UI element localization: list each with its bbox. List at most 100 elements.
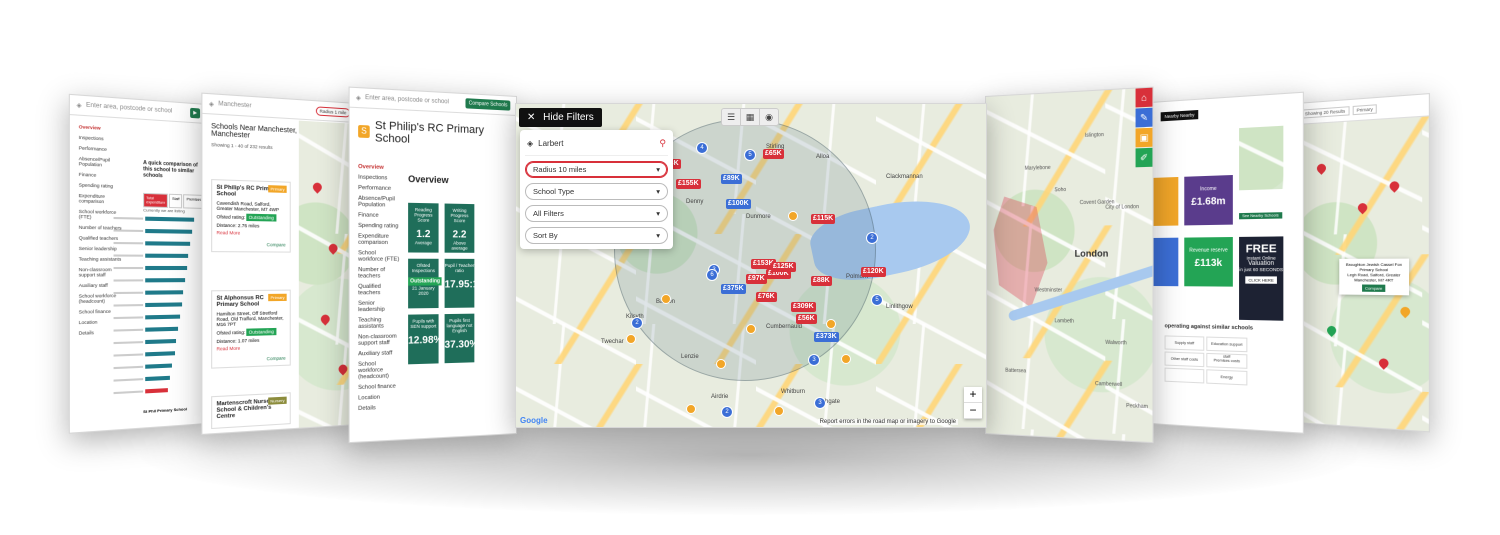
map-view-icon[interactable]: ◉	[760, 109, 778, 125]
map-pin[interactable]	[311, 180, 324, 194]
nav-item[interactable]: Details	[79, 326, 122, 338]
home-icon[interactable]: ⌂	[1135, 87, 1153, 108]
report-link[interactable]: Report errors in the road map or imagery…	[817, 419, 958, 425]
nav-item[interactable]: Absence/Pupil Population	[79, 153, 122, 171]
grid-view-icon[interactable]: ▦	[741, 109, 760, 125]
school-card[interactable]: Nursery Martenscroft Nursery School & Chi…	[211, 392, 291, 430]
school-pin[interactable]	[841, 354, 851, 364]
school-pin[interactable]	[626, 334, 636, 344]
filter-dropdown[interactable]: Sort By ▾	[525, 227, 668, 244]
price-marker[interactable]: £89K	[721, 174, 742, 184]
mini-map[interactable]	[1239, 125, 1284, 191]
search-input[interactable]: Enter area, postcode or school	[86, 102, 172, 114]
search-input[interactable]: Manchester	[218, 101, 251, 109]
london-map-panel[interactable]: London Islington Marylebone Soho Covent Gar…	[985, 86, 1154, 444]
nav-item[interactable]: Qualified teachers	[358, 282, 402, 299]
nav-item[interactable]: Number of teachers	[358, 265, 402, 282]
price-marker[interactable]: £100K	[726, 199, 751, 209]
map-pin[interactable]	[1355, 201, 1370, 215]
compare-icon[interactable]: ▣	[1135, 127, 1153, 148]
cluster-marker[interactable]: 3	[814, 397, 826, 409]
radius-map-panel[interactable]: FalkirkDennyBantonKilsythTwecharLenzieCu…	[515, 103, 987, 428]
nav-item[interactable]: School workforce (FTE)	[79, 206, 122, 223]
read-more-link[interactable]: Read More	[217, 230, 286, 236]
nav-item[interactable]: Teaching assistants	[358, 315, 402, 332]
list-view-icon[interactable]: ☰	[722, 109, 741, 125]
search-bar[interactable]: ◈ Enter area, postcode or school ▶	[69, 94, 207, 124]
nav-item[interactable]: Finance	[358, 210, 402, 221]
price-marker[interactable]: £120K	[861, 267, 886, 277]
map-control-select[interactable]: Showing 20 Results	[1300, 105, 1350, 119]
compare-button[interactable]: Compare	[217, 242, 286, 247]
filter-dropdown[interactable]: School Type ▾	[525, 183, 668, 200]
ruler-icon[interactable]: ✐	[1135, 147, 1153, 168]
compare-schools-button[interactable]: Compare Schools	[465, 98, 511, 111]
school-pin[interactable]	[826, 319, 836, 329]
nearby-button[interactable]: Nearby Nearby	[1160, 109, 1199, 122]
school-card[interactable]: Primary St Alphonsus RC Primary School Ham…	[211, 289, 291, 369]
hide-filters-button[interactable]: ✕ Hide Filters	[519, 108, 602, 127]
nav-item[interactable]: Absence/Pupil Population	[358, 193, 402, 211]
price-marker[interactable]: £373K	[814, 332, 839, 342]
school-pin[interactable]	[788, 211, 798, 221]
price-marker[interactable]: £56K	[796, 314, 817, 324]
map-pin[interactable]	[326, 241, 340, 255]
cluster-marker[interactable]: 3	[808, 354, 820, 366]
price-marker[interactable]: £65K	[763, 149, 784, 159]
cluster-marker[interactable]: 5	[871, 294, 883, 306]
read-more-link[interactable]: Read More	[217, 344, 286, 352]
map-pin[interactable]	[336, 362, 350, 376]
price-marker[interactable]: £309K	[791, 302, 816, 312]
zoom-out-button[interactable]: −	[964, 403, 982, 419]
brush-icon[interactable]: ✎	[1135, 107, 1153, 128]
valuation-ad[interactable]: FREE Instant Online Valuation in just 60…	[1239, 236, 1284, 321]
school-card[interactable]: Primary St Philip's RC Primary School Cave…	[211, 179, 291, 253]
nav-item[interactable]: Expenditure comparison	[358, 231, 402, 248]
filter-dropdown[interactable]: All Filters ▾	[525, 205, 668, 222]
price-marker[interactable]: £115K	[811, 214, 836, 224]
map-pin[interactable]	[1315, 161, 1328, 175]
location-input[interactable]: Larbert	[538, 139, 563, 148]
filter-dropdown[interactable]: Radius 10 miles ▾	[525, 161, 668, 178]
price-marker[interactable]: £88K	[811, 276, 832, 286]
map-control-select[interactable]: Primary	[1352, 103, 1378, 115]
cluster-marker[interactable]: 2	[631, 317, 643, 329]
search-icon[interactable]: ⚲	[659, 138, 666, 149]
comparison-tab[interactable]: Total expenditure	[143, 192, 169, 208]
cluster-marker[interactable]: 5	[744, 149, 756, 161]
school-pin[interactable]	[774, 406, 784, 416]
results-map[interactable]	[298, 120, 357, 428]
school-pin[interactable]	[746, 324, 756, 334]
nav-item[interactable]: Details	[358, 402, 402, 414]
comparison-tab[interactable]: Staff	[169, 193, 183, 209]
ad-cta-button[interactable]: CLICK HERE	[1245, 276, 1277, 284]
map-pin[interactable]	[1398, 304, 1413, 319]
popup-compare-button[interactable]: Compare	[1361, 284, 1386, 292]
map-pin[interactable]	[318, 312, 332, 326]
radius-select[interactable]: Radius 1 mile	[315, 105, 351, 118]
nav-item[interactable]: Spending rating	[358, 221, 402, 232]
compare-button[interactable]: Compare	[217, 355, 286, 363]
nav-item[interactable]: Senior leadership	[358, 298, 402, 315]
location-search[interactable]: ◈ Larbert ⚲	[525, 135, 668, 156]
price-marker[interactable]: £97K	[746, 274, 767, 284]
map-pin[interactable]	[1387, 179, 1402, 193]
compare-button[interactable]: ▶	[190, 107, 201, 119]
cluster-marker[interactable]: 4	[696, 142, 708, 154]
nav-item[interactable]: Senior leadership	[79, 243, 122, 254]
school-pin[interactable]	[716, 359, 726, 369]
nav-item[interactable]: Non-classroom support staff	[358, 331, 402, 349]
search-input[interactable]: Enter area, postcode or school	[365, 95, 449, 106]
map-pin[interactable]	[1376, 356, 1391, 370]
cluster-marker[interactable]: 2	[721, 406, 733, 418]
nav-item[interactable]: School workforce (headcount)	[358, 358, 402, 382]
price-marker[interactable]: £125K	[771, 262, 796, 272]
nav-item[interactable]: School workforce (FTE)	[358, 248, 402, 265]
zoom-in-button[interactable]: +	[964, 387, 982, 403]
nav-item[interactable]: Expenditure comparison	[79, 190, 122, 207]
cluster-marker[interactable]: 6	[706, 269, 718, 281]
school-pin[interactable]	[661, 294, 671, 304]
cluster-marker[interactable]: 2	[866, 232, 878, 244]
price-marker[interactable]: £155K	[676, 179, 701, 189]
price-marker[interactable]: £76K	[756, 292, 777, 302]
